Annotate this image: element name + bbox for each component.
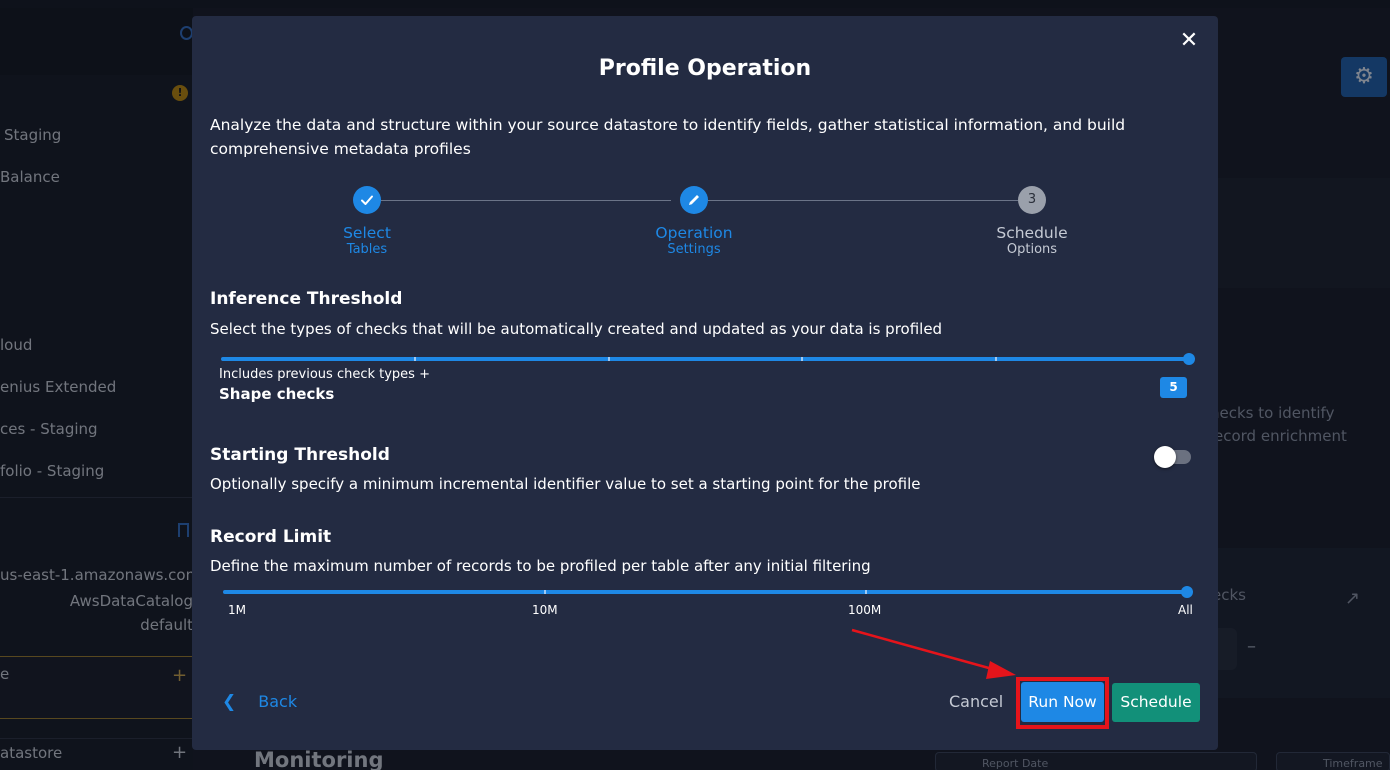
annotation-arrow (851, 628, 1016, 679)
